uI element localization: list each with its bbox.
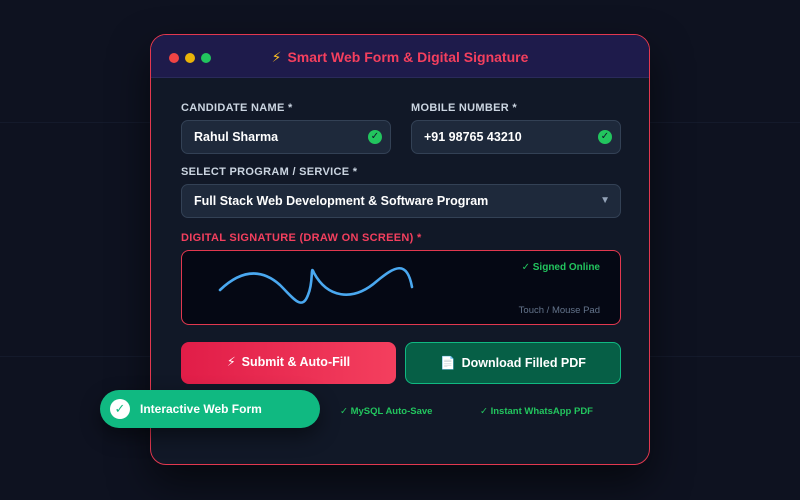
document-icon: 📄 [440, 356, 456, 370]
mobile-number-value: +91 98765 43210 [424, 130, 522, 144]
submit-button-label: Submit & Auto-Fill [241, 355, 351, 369]
signature-pad[interactable]: ✓ Signed Online Touch / Mouse Pad [181, 250, 621, 325]
interactive-web-form-toast: ✓ Interactive Web Form [100, 390, 320, 428]
lightning-icon: ⚡ [226, 355, 236, 369]
dropdown-caret-icon: ▼ [600, 195, 610, 206]
mobile-number-label: MOBILE NUMBER * [411, 102, 517, 114]
valid-check-icon: ✓ [598, 130, 612, 144]
mobile-number-input[interactable]: +91 98765 43210 ✓ [411, 120, 621, 154]
title-bar: ⚡ Smart Web Form & Digital Signature [151, 35, 649, 78]
valid-check-icon: ✓ [368, 130, 382, 144]
submit-auto-fill-button[interactable]: ⚡ Submit & Auto-Fill [181, 342, 396, 384]
window-title: ⚡ Smart Web Form & Digital Signature [151, 49, 649, 66]
feature-whatsapp-pdf: ✓ Instant WhatsApp PDF [480, 406, 593, 417]
candidate-name-label: CANDIDATE NAME * [181, 102, 293, 114]
program-select[interactable]: Full Stack Web Development & Software Pr… [181, 184, 621, 218]
download-pdf-button[interactable]: 📄 Download Filled PDF [405, 342, 621, 384]
signature-pad-hint: Touch / Mouse Pad [518, 305, 600, 316]
candidate-name-value: Rahul Sharma [194, 130, 279, 144]
check-circle-icon: ✓ [110, 399, 130, 419]
toast-label: Interactive Web Form [140, 402, 262, 416]
signature-label: DIGITAL SIGNATURE (DRAW ON SCREEN) * [181, 232, 422, 244]
program-selected-value: Full Stack Web Development & Software Pr… [194, 194, 489, 208]
signed-online-status: ✓ Signed Online [521, 262, 600, 273]
candidate-name-input[interactable]: Rahul Sharma ✓ [181, 120, 391, 154]
feature-mysql-auto-save: ✓ MySQL Auto-Save [340, 406, 433, 417]
download-button-label: Download Filled PDF [461, 356, 586, 370]
lightning-icon: ⚡ [271, 49, 282, 65]
program-label: SELECT PROGRAM / SERVICE * [181, 166, 358, 178]
window-title-text: Smart Web Form & Digital Signature [287, 49, 529, 65]
